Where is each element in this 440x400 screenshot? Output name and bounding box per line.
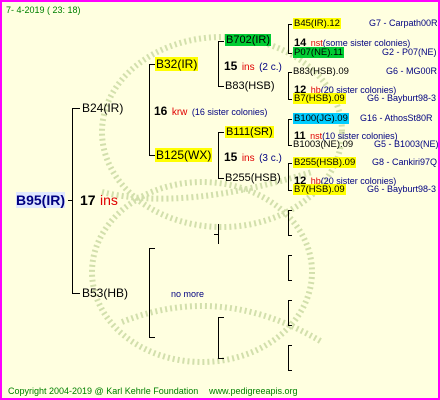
connector — [288, 300, 292, 301]
footer-copyright: Copyright 2004-2019 @ Karl Kehrle Founda… — [8, 386, 199, 396]
sire-num: 16 — [154, 104, 168, 118]
connector — [68, 200, 73, 201]
g2b-name[interactable]: B125(WX) — [155, 148, 213, 162]
g4-name[interactable]: B45(IR).12 — [293, 18, 341, 29]
connector — [288, 99, 292, 100]
sire-colony-info: 16 krw (16 sister colonies) — [154, 102, 267, 120]
g4-origin: G6 - Bayburt98-3 — [367, 184, 437, 194]
connector — [288, 235, 292, 236]
dam-name[interactable]: B53(HB) — [82, 286, 128, 300]
connector — [288, 325, 292, 326]
connector — [288, 72, 292, 73]
connector — [218, 317, 224, 318]
connector — [214, 234, 219, 235]
g3-a1-label[interactable]: B702(IR) — [225, 34, 272, 46]
g4-origin: G7 - Carpath00R — [369, 18, 438, 28]
g4-origin: G8 - Cankiri97Q — [372, 157, 438, 167]
connector — [288, 345, 292, 346]
g4-row[interactable]: B1003(NE).09 — [293, 139, 353, 150]
connector — [288, 210, 289, 236]
connector — [288, 119, 292, 120]
g2a-colony-info: 15 ins (2 c.) — [224, 57, 282, 75]
sire-note: (16 sister colonies) — [191, 107, 268, 117]
connector — [218, 358, 224, 359]
root-bracket — [72, 108, 73, 294]
root-tag: ins — [100, 192, 118, 208]
connector — [72, 108, 80, 109]
g2a-num: 15 — [224, 59, 238, 73]
g4-name[interactable]: B100(JG).09 — [293, 113, 349, 124]
connector — [218, 86, 224, 87]
sire-tag: krw — [171, 107, 188, 118]
g3-a2[interactable]: B83(HSB) — [225, 80, 275, 92]
g4-name[interactable]: B255(HSB).09 — [293, 157, 357, 168]
connector — [218, 41, 219, 87]
connector — [288, 280, 292, 281]
connector — [288, 190, 292, 191]
connector — [288, 72, 289, 100]
g4-row[interactable]: B255(HSB).09 — [293, 157, 357, 168]
connector — [288, 210, 292, 211]
g3-b1[interactable]: B111(SR) — [225, 126, 274, 138]
g4-row[interactable]: B100(JG).09 — [293, 113, 349, 124]
dam-note: no more — [171, 289, 205, 299]
connector — [288, 345, 289, 371]
connector — [288, 53, 292, 54]
g2a-tag: ins — [241, 62, 255, 73]
connector — [149, 248, 155, 249]
connector — [218, 317, 219, 359]
g2b-note: (3 c.) — [259, 153, 282, 164]
connector — [288, 300, 289, 326]
g2a-name[interactable]: B32(IR) — [155, 57, 199, 71]
g4-name[interactable]: P07(NE).11 — [293, 47, 344, 58]
footer-url[interactable]: www.pedigreeapis.org — [209, 386, 298, 396]
connector — [149, 337, 155, 338]
connector — [149, 248, 150, 338]
connector — [72, 293, 80, 294]
g4-origin: G5 - B1003(NE) — [374, 139, 439, 149]
g4-origin: G2 - P07(NE) — [382, 47, 437, 57]
g3-b2[interactable]: B255(HSB) — [225, 172, 281, 184]
connector — [149, 64, 150, 156]
g4-row[interactable]: B83(HSB).09 — [293, 66, 349, 77]
g3-b1-label[interactable]: B111(SR) — [225, 126, 274, 138]
connector — [288, 119, 289, 146]
connector — [288, 163, 289, 191]
root-colony-info: 17 ins — [80, 192, 118, 210]
connector — [288, 24, 289, 54]
connector — [218, 178, 224, 179]
g4-row[interactable]: B45(IR).12 — [293, 18, 341, 29]
g4-name[interactable]: B7(HSB).09 — [293, 93, 346, 104]
g4-row[interactable]: B7(HSB).09 — [293, 184, 346, 195]
connector — [288, 24, 292, 25]
g2a-label[interactable]: B32(IR) — [155, 57, 199, 71]
g4-origin: G6 - MG00R — [386, 66, 438, 76]
root-name[interactable]: B95(IR) — [16, 192, 66, 208]
g2b-label[interactable]: B125(WX) — [155, 148, 213, 162]
connector — [288, 255, 289, 281]
g4-name[interactable]: B7(HSB).09 — [293, 184, 346, 195]
g4-origin: G6 - Bayburt98-3 — [367, 93, 437, 103]
g4-row[interactable]: B7(HSB).09 — [293, 93, 346, 104]
root-queen[interactable]: B95(IR) — [16, 192, 66, 210]
sire-name[interactable]: B24(IR) — [82, 101, 123, 115]
g2b-tag: ins — [241, 153, 255, 164]
connector — [288, 255, 292, 256]
g4-row[interactable]: P07(NE).11 — [293, 47, 344, 58]
connector — [288, 145, 292, 146]
report-date: 7- 4-2019 ( 23: 18) — [6, 5, 81, 15]
g2b-colony-info: 15 ins (3 c.) — [224, 148, 282, 166]
connector — [218, 41, 224, 42]
connector — [218, 132, 219, 179]
connector — [218, 132, 224, 133]
g2b-num: 15 — [224, 150, 238, 164]
pedigree-chart: 7- 4-2019 ( 23: 18) B95(IR) 17 ins B24(I… — [0, 0, 440, 400]
connector — [288, 370, 292, 371]
root-num: 17 — [80, 192, 96, 208]
g2a-note: (2 c.) — [259, 62, 282, 73]
connector — [288, 163, 292, 164]
g4-origin: G16 - AthosSt80R — [360, 113, 433, 123]
g3-a1[interactable]: B702(IR) — [225, 34, 272, 46]
